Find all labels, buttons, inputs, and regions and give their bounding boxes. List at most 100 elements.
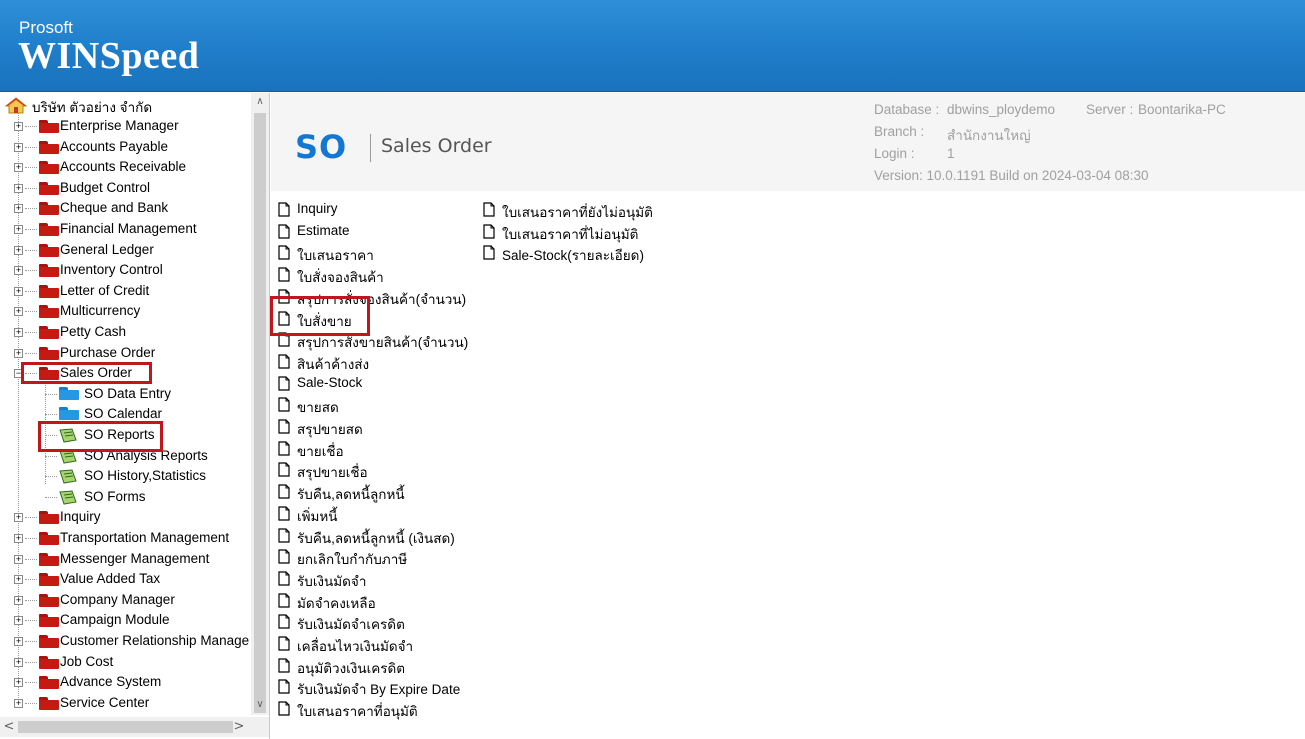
expand-icon[interactable]: +: [14, 554, 23, 564]
expand-icon[interactable]: +: [14, 122, 23, 131]
expand-icon[interactable]: +: [14, 286, 23, 296]
tree-item-petty-cash[interactable]: + Petty Cash: [0, 322, 250, 342]
report-item-label: ขายเชื่อ: [297, 443, 344, 459]
folder-icon: [39, 223, 59, 236]
expand-icon[interactable]: +: [14, 348, 23, 358]
tree-item-label: Job Cost: [60, 653, 114, 669]
expand-icon[interactable]: +: [14, 513, 23, 523]
login-label: Login :: [874, 146, 915, 161]
tree-item-label: Inquiry: [60, 509, 101, 525]
report-item-label: เพิ่มหนี้: [297, 508, 338, 524]
tree-item-label: SO Calendar: [84, 406, 163, 422]
scroll-left-arrow[interactable]: <: [0, 717, 18, 737]
tree-connector: [25, 352, 37, 354]
tree-item-accounts-payable[interactable]: + Accounts Payable: [0, 137, 250, 157]
tree-item-financial-management[interactable]: + Financial Management: [0, 219, 250, 239]
tree-connector: [45, 455, 57, 457]
expand-icon[interactable]: +: [14, 328, 23, 337]
tree-item-company-manager[interactable]: + Company Manager: [0, 590, 250, 610]
tree-item-cheque-and-bank[interactable]: + Cheque and Bank: [0, 198, 250, 218]
expand-icon[interactable]: +: [14, 575, 23, 585]
tree-item-so-forms[interactable]: SO Forms: [0, 487, 250, 507]
document-icon: [278, 592, 290, 608]
expand-icon[interactable]: +: [14, 163, 23, 173]
tree-vertical-scrollbar[interactable]: ∧ ∨: [251, 93, 269, 715]
report-item-label: ยกเลิกใบกำกับภาษี: [297, 552, 408, 568]
tree-item-advance-system[interactable]: + Advance System: [0, 672, 250, 692]
horizontal-scroll-thumb[interactable]: [18, 721, 233, 733]
scroll-up-arrow[interactable]: ∧: [251, 93, 269, 111]
expand-icon[interactable]: +: [14, 225, 23, 234]
tree-item-budget-control[interactable]: + Budget Control: [0, 178, 250, 198]
tree-item-service-center[interactable]: + Service Center: [0, 693, 250, 713]
expand-icon[interactable]: +: [14, 266, 23, 276]
tree-item-inventory-control[interactable]: + Inventory Control: [0, 260, 250, 280]
document-icon: [278, 441, 290, 456]
tree-connector: [25, 620, 37, 622]
tree-item-campaign-module[interactable]: + Campaign Module: [0, 610, 250, 630]
expand-icon[interactable]: +: [14, 534, 23, 543]
expand-icon[interactable]: +: [14, 204, 23, 214]
expand-icon[interactable]: +: [14, 183, 23, 193]
tree-root[interactable]: บริษัท ตัวอย่าง จำกัด: [0, 94, 250, 115]
tree-item-multicurrency[interactable]: + Multicurrency: [0, 301, 250, 321]
report-item-label: ใบเสนอราคา: [297, 248, 374, 264]
tree-item-so-history-statistics[interactable]: SO History,Statistics: [0, 466, 250, 486]
expand-icon[interactable]: +: [14, 245, 23, 255]
expand-icon[interactable]: +: [14, 595, 23, 605]
tree-connector: [25, 332, 37, 333]
document-icon: [483, 224, 495, 239]
expand-icon[interactable]: +: [14, 307, 23, 317]
tree-item-value-added-tax[interactable]: + Value Added Tax: [0, 569, 250, 589]
tree-connector: [45, 393, 57, 395]
expand-icon[interactable]: +: [14, 142, 23, 152]
database-label: Database :: [874, 102, 940, 117]
expand-icon[interactable]: +: [14, 616, 23, 626]
document-icon: [278, 549, 290, 564]
report-item-label: สรุปขายเชื่อ: [297, 465, 368, 481]
tree-item-label: Accounts Payable: [60, 138, 169, 154]
folder-icon: [39, 305, 59, 319]
folder-icon: [39, 243, 59, 257]
tree-item-messenger-management[interactable]: + Messenger Management: [0, 549, 250, 569]
tree-item-accounts-receivable[interactable]: + Accounts Receivable: [0, 157, 250, 177]
expand-icon[interactable]: +: [14, 637, 23, 646]
tree-item-label: Service Center: [60, 694, 150, 710]
highlight-so-reports: [38, 421, 163, 452]
database-value: dbwins_ploydemo: [947, 102, 1056, 117]
document-icon: [483, 202, 495, 217]
folder-icon: [39, 614, 59, 628]
expand-icon[interactable]: +: [14, 698, 23, 708]
tree-connector: [45, 414, 57, 416]
report-item-label: Sale-Stock(รายละเอียด): [502, 248, 644, 264]
report-icon: [59, 490, 77, 505]
folder-icon: [39, 346, 59, 360]
document-icon: [278, 701, 290, 716]
tree-item-so-data-entry[interactable]: SO Data Entry: [0, 384, 250, 404]
tree-item-label: Cheque and Bank: [60, 200, 169, 216]
tree-item-job-cost[interactable]: + Job Cost: [0, 652, 250, 672]
folder-icon: [39, 140, 59, 154]
tree-item-letter-of-credit[interactable]: + Letter of Credit: [0, 281, 250, 301]
report-item-label: รับคืน,ลดหนี้ลูกหนี้ (เงินสด): [297, 530, 455, 546]
report-item-label: มัดจำคงเหลือ: [297, 595, 376, 611]
module-code: SO: [295, 128, 348, 166]
tree-horizontal-scrollbar[interactable]: < >: [0, 717, 251, 737]
document-icon: [278, 614, 290, 629]
document-icon: [278, 419, 290, 434]
folder-icon: [39, 635, 59, 648]
scroll-down-arrow[interactable]: ∨: [251, 696, 269, 714]
expand-icon[interactable]: +: [14, 657, 23, 667]
tree-item-transportation-management[interactable]: + Transportation Management: [0, 528, 250, 548]
tree-item-customer-relationship-manage[interactable]: + Customer Relationship Manage: [0, 631, 250, 651]
expand-icon[interactable]: +: [14, 678, 23, 688]
tree-item-general-ledger[interactable]: + General Ledger: [0, 240, 250, 260]
report-item-label: รับคืน,ลดหนี้ลูกหนี้: [297, 487, 405, 503]
tree-item-purchase-order[interactable]: + Purchase Order: [0, 343, 250, 363]
tree-connector: [25, 270, 37, 272]
app-banner: Prosoft WINSpeed: [0, 0, 1305, 92]
tree-item-inquiry[interactable]: + Inquiry: [0, 507, 250, 527]
scroll-right-arrow[interactable]: >: [230, 717, 248, 737]
tree-item-enterprise-manager[interactable]: + Enterprise Manager: [0, 116, 250, 136]
scroll-thumb[interactable]: [254, 113, 266, 713]
